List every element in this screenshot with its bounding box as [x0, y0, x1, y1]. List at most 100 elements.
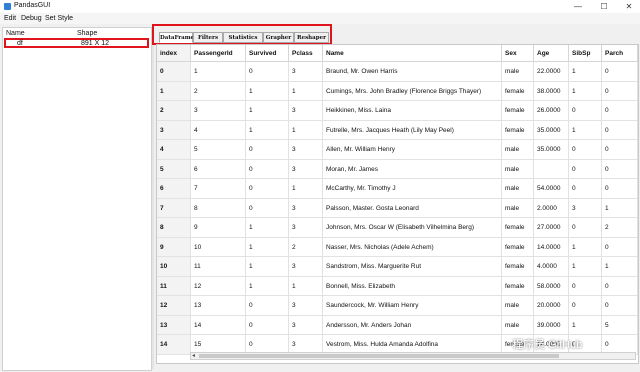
row-index-cell[interactable]: 14: [157, 335, 191, 355]
cell-age[interactable]: [534, 159, 569, 179]
cell-passengerid[interactable]: 10: [191, 237, 246, 257]
cell-parch[interactable]: 0: [602, 179, 638, 199]
cell-sex[interactable]: male: [502, 179, 534, 199]
cell-name[interactable]: Saundercock, Mr. William Henry: [323, 296, 502, 316]
cell-sibsp[interactable]: 0: [569, 218, 602, 238]
table-row[interactable]: 13 14 0 3 Andersson, Mr. Anders Johan male 39.…: [157, 315, 638, 335]
table-row[interactable]: 7 8 0 3 Palsson, Master. Gosta Leonard male 2.…: [157, 198, 638, 218]
cell-parch[interactable]: 0: [602, 81, 638, 101]
column-header-age[interactable]: Age: [534, 45, 569, 62]
row-index-cell[interactable]: 8: [157, 218, 191, 238]
column-header-sex[interactable]: Sex: [502, 45, 534, 62]
panel-splitter[interactable]: [152, 27, 154, 369]
cell-sex[interactable]: male: [502, 198, 534, 218]
row-index-cell[interactable]: 2: [157, 101, 191, 121]
cell-pclass[interactable]: 2: [289, 237, 323, 257]
cell-survived[interactable]: 1: [246, 276, 289, 296]
table-row[interactable]: 0 1 0 3 Braund, Mr. Owen Harris male 22.0000 1 0: [157, 62, 638, 82]
tab-grapher[interactable]: Grapher: [263, 32, 294, 43]
cell-passengerid[interactable]: 1: [191, 62, 246, 82]
cell-passengerid[interactable]: 9: [191, 218, 246, 238]
cell-name[interactable]: Bonnell, Miss. Elizabeth: [323, 276, 502, 296]
cell-name[interactable]: Nasser, Mrs. Nicholas (Adele Achem): [323, 237, 502, 257]
cell-name[interactable]: Cumings, Mrs. John Bradley (Florence Bri…: [323, 81, 502, 101]
cell-name[interactable]: Palsson, Master. Gosta Leonard: [323, 198, 502, 218]
cell-sibsp[interactable]: 0: [569, 276, 602, 296]
cell-passengerid[interactable]: 2: [191, 81, 246, 101]
cell-survived[interactable]: 1: [246, 237, 289, 257]
cell-sex[interactable]: male: [502, 140, 534, 160]
cell-sex[interactable]: female: [502, 237, 534, 257]
column-header-pclass[interactable]: Pclass: [289, 45, 323, 62]
cell-survived[interactable]: 1: [246, 257, 289, 277]
table-row[interactable]: 9 10 1 2 Nasser, Mrs. Nicholas (Adele Achem)…: [157, 237, 638, 257]
menu-debug[interactable]: Debug: [21, 15, 42, 22]
cell-sex[interactable]: female: [502, 218, 534, 238]
cell-sibsp[interactable]: 0: [569, 140, 602, 160]
dataframe-list-item[interactable]: df 891 X 12: [4, 38, 149, 48]
cell-passengerid[interactable]: 12: [191, 276, 246, 296]
table-row[interactable]: 2 3 1 3 Heikkinen, Miss. Laina female 26.0000 0…: [157, 101, 638, 121]
cell-parch[interactable]: 5: [602, 315, 638, 335]
column-header-name[interactable]: Name: [6, 30, 25, 37]
cell-survived[interactable]: 0: [246, 315, 289, 335]
cell-age[interactable]: 54.0000: [534, 179, 569, 199]
table-row[interactable]: 5 6 0 3 Moran, Mr. James male 0 0: [157, 159, 638, 179]
column-header-survived[interactable]: Survived: [246, 45, 289, 62]
cell-passengerid[interactable]: 7: [191, 179, 246, 199]
cell-sex[interactable]: female: [502, 101, 534, 121]
cell-name[interactable]: McCarthy, Mr. Timothy J: [323, 179, 502, 199]
cell-sibsp[interactable]: 0: [569, 296, 602, 316]
row-index-cell[interactable]: 5: [157, 159, 191, 179]
scroll-left-arrow-icon[interactable]: ◂: [192, 353, 195, 359]
cell-age[interactable]: 35.0000: [534, 140, 569, 160]
row-index-cell[interactable]: 10: [157, 257, 191, 277]
column-header-sibsp[interactable]: SibSp: [569, 45, 602, 62]
row-index-cell[interactable]: 4: [157, 140, 191, 160]
table-row[interactable]: 4 5 0 3 Allen, Mr. William Henry male 35.0000 0…: [157, 140, 638, 160]
table-row[interactable]: 3 4 1 1 Futrelle, Mrs. Jacques Heath (Lily M…: [157, 120, 638, 140]
menu-set-style[interactable]: Set Style: [45, 15, 73, 22]
cell-passengerid[interactable]: 6: [191, 159, 246, 179]
cell-sibsp[interactable]: 0: [569, 101, 602, 121]
cell-sex[interactable]: female: [502, 276, 534, 296]
cell-pclass[interactable]: 3: [289, 101, 323, 121]
cell-age[interactable]: 27.0000: [534, 218, 569, 238]
cell-passengerid[interactable]: 3: [191, 101, 246, 121]
cell-parch[interactable]: 1: [602, 257, 638, 277]
cell-parch[interactable]: 2: [602, 218, 638, 238]
cell-passengerid[interactable]: 4: [191, 120, 246, 140]
cell-pclass[interactable]: 3: [289, 198, 323, 218]
cell-survived[interactable]: 0: [246, 296, 289, 316]
cell-age[interactable]: 2.0000: [534, 198, 569, 218]
cell-age[interactable]: 4.0000: [534, 257, 569, 277]
cell-age[interactable]: 14.0000: [534, 237, 569, 257]
maximize-button[interactable]: ☐: [594, 1, 614, 12]
close-button[interactable]: ✕: [619, 1, 639, 12]
table-row[interactable]: 6 7 0 1 McCarthy, Mr. Timothy Jmale 54.0000 0 0: [157, 179, 638, 199]
cell-parch[interactable]: 0: [602, 62, 638, 82]
cell-name[interactable]: Allen, Mr. William Henry: [323, 140, 502, 160]
cell-survived[interactable]: 1: [246, 101, 289, 121]
tab-dataframe[interactable]: DataFrame: [159, 32, 194, 43]
cell-passengerid[interactable]: 11: [191, 257, 246, 277]
cell-survived[interactable]: 1: [246, 218, 289, 238]
cell-sibsp[interactable]: 1: [569, 257, 602, 277]
cell-parch[interactable]: 0: [602, 120, 638, 140]
cell-sibsp[interactable]: 1: [569, 81, 602, 101]
cell-pclass[interactable]: 1: [289, 276, 323, 296]
row-index-cell[interactable]: 9: [157, 237, 191, 257]
cell-passengerid[interactable]: 13: [191, 296, 246, 316]
tab-filters[interactable]: Filters: [193, 32, 223, 43]
cell-pclass[interactable]: 3: [289, 159, 323, 179]
cell-parch[interactable]: 1: [602, 198, 638, 218]
cell-passengerid[interactable]: 8: [191, 198, 246, 218]
cell-parch[interactable]: 0: [602, 101, 638, 121]
cell-sibsp[interactable]: 3: [569, 198, 602, 218]
cell-sex[interactable]: male: [502, 159, 534, 179]
cell-sibsp[interactable]: 0: [569, 179, 602, 199]
row-index-cell[interactable]: 6: [157, 179, 191, 199]
column-header-passengerid[interactable]: PassengerId: [191, 45, 246, 62]
cell-pclass[interactable]: 1: [289, 120, 323, 140]
cell-survived[interactable]: 0: [246, 179, 289, 199]
